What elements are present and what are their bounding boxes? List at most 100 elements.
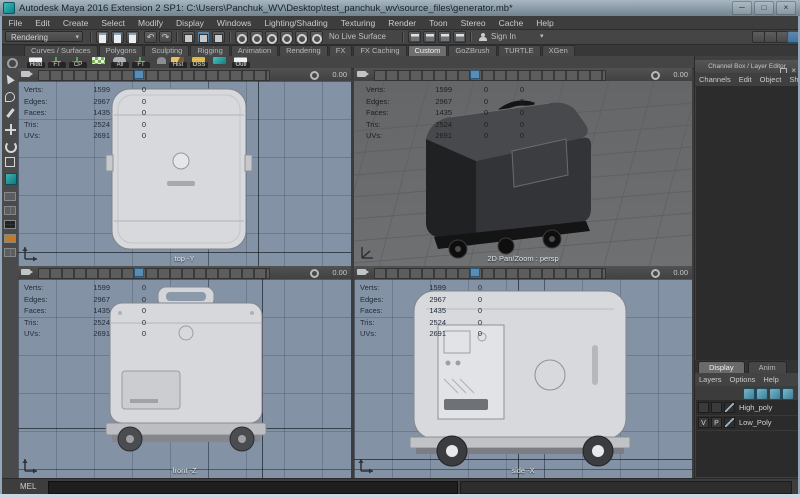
menu-item[interactable]: Create [56, 18, 95, 28]
viewport-canvas-front[interactable]: Verts: 1599 0 Edges: 2967 0 Faces: 1435 … [18, 279, 351, 478]
menu-item[interactable]: Render [382, 18, 423, 28]
render-view-icon[interactable] [408, 31, 421, 43]
gear-icon[interactable] [310, 71, 319, 80]
layer-editor-tab[interactable]: Anim [748, 361, 787, 373]
menu-item[interactable]: File [2, 18, 29, 28]
shelf-tab[interactable]: GoZBrush [448, 45, 496, 56]
ipr-render-icon[interactable] [438, 31, 451, 43]
layer-row[interactable]: High_poly [696, 400, 798, 416]
viewport-toolbar[interactable]: 0.00 [354, 68, 692, 82]
menu-item[interactable]: Edit [29, 18, 57, 28]
viewport-canvas-top[interactable]: Verts: 1599 0 Edges: 2967 0 Faces: 1435 … [18, 81, 351, 266]
shading-mode-icon[interactable] [134, 70, 144, 79]
paint-select-tool-icon[interactable] [6, 108, 15, 118]
gear-icon[interactable] [651, 71, 660, 80]
viewport-canvas-side[interactable]: Verts: 1599 0 Edges: 2967 0 Faces: 1435 … [354, 279, 692, 478]
layout-four-pane-button[interactable] [4, 220, 16, 229]
layer-color-swatch[interactable] [724, 417, 735, 428]
layout-persp-outliner-button[interactable] [4, 234, 16, 243]
panel-title[interactable]: Channel Box / Layer Editor × [695, 60, 799, 74]
shelf-button[interactable]: Hist [168, 56, 188, 68]
menu-set-selector[interactable]: Rendering ▾ [5, 31, 83, 42]
snap-projected-center-icon[interactable] [280, 31, 293, 43]
menu-item[interactable]: Stereo [454, 18, 492, 28]
close-button[interactable]: × [776, 1, 796, 15]
layout-hypershade-button[interactable] [4, 248, 16, 257]
sign-in-caret-icon[interactable]: ▾ [540, 32, 544, 40]
shelf-button[interactable] [210, 56, 230, 68]
shelf-tab[interactable]: XGen [542, 45, 575, 56]
shading-mode-icon[interactable] [470, 268, 480, 277]
shelf-button[interactable]: FT [47, 56, 67, 68]
new-scene-icon[interactable] [96, 31, 109, 43]
move-layer-up-icon[interactable] [743, 388, 755, 400]
menu-item[interactable]: Help [530, 18, 560, 28]
shelf-button[interactable]: Hidd [26, 56, 46, 68]
channel-box-menu-item[interactable]: Object [756, 73, 786, 86]
channel-box-empty-area[interactable] [696, 86, 798, 360]
layout-single-pane-button[interactable] [4, 192, 16, 201]
move-tool-icon[interactable] [5, 124, 16, 135]
shelf-tab[interactable]: Curves / Surfaces [24, 45, 98, 56]
select-tool-icon[interactable] [3, 73, 14, 85]
menu-item[interactable]: Lighting/Shading [258, 18, 334, 28]
layer-playback-toggle[interactable] [711, 402, 722, 413]
shelf-button[interactable]: CP [68, 56, 88, 68]
menu-item[interactable]: Select [95, 18, 132, 28]
layer-editor-menu-item[interactable]: Layers [695, 373, 726, 386]
menu-item[interactable]: Texturing [334, 18, 382, 28]
viewport-toolbar[interactable]: 0.00 [18, 266, 351, 280]
title-bar[interactable]: Autodesk Maya 2016 Extension 2 SP1: C:\U… [0, 0, 800, 16]
shelf-tab[interactable]: FX Caching [353, 45, 406, 56]
lasso-tool-icon[interactable] [5, 92, 15, 102]
command-line-input[interactable] [48, 481, 458, 494]
select-hierarchy-icon[interactable] [182, 31, 195, 43]
layer-editor-tab[interactable]: Display [698, 361, 745, 373]
new-layer-icon[interactable] [782, 388, 794, 400]
viewport-toolbar-icons[interactable] [38, 268, 270, 279]
snap-point-icon[interactable] [265, 31, 278, 43]
viewport-toolbar-icons[interactable] [374, 268, 606, 279]
layer-name[interactable]: Low_Poly [739, 417, 772, 428]
layer-name[interactable]: High_poly [739, 402, 772, 413]
redo-icon[interactable]: ↷ [159, 31, 172, 43]
menu-item[interactable]: Toon [423, 18, 454, 28]
shelf-tab[interactable]: TURTLE [498, 45, 541, 56]
move-layer-down-icon[interactable] [756, 388, 768, 400]
snap-curve-icon[interactable] [250, 31, 263, 43]
select-object-icon[interactable] [197, 31, 210, 43]
layer-editor-menu-item[interactable]: Help [759, 373, 782, 386]
gear-icon[interactable] [310, 269, 319, 278]
shelf-tab[interactable]: FX [329, 45, 353, 56]
make-live-icon[interactable] [310, 31, 323, 43]
viewport-toolbar-icons[interactable] [374, 70, 606, 81]
layer-visibility-toggle[interactable]: V [698, 417, 709, 428]
undo-icon[interactable]: ↶ [144, 31, 157, 43]
empty-layer-icon[interactable] [769, 388, 781, 400]
shelf-tab[interactable]: Custom [408, 45, 448, 56]
layout-two-pane-button[interactable] [4, 206, 16, 215]
shelf-button[interactable]: OSS [189, 56, 209, 68]
scale-tool-icon[interactable] [5, 157, 15, 167]
shelf-tab[interactable]: Sculpting [144, 45, 189, 56]
shelf-button[interactable]: Outl [231, 56, 251, 68]
layer-visibility-toggle[interactable] [698, 402, 709, 413]
layer-editor-menu-item[interactable]: Options [726, 373, 760, 386]
render-settings-icon[interactable] [453, 31, 466, 43]
live-surface-field[interactable]: No Live Surface [329, 32, 386, 41]
snap-grid-icon[interactable] [235, 31, 248, 43]
snap-view-plane-icon[interactable] [295, 31, 308, 43]
sign-in-button[interactable]: Sign In [491, 32, 516, 41]
shelf-tab[interactable]: Rendering [279, 45, 328, 56]
layer-playback-toggle[interactable]: P [711, 417, 722, 428]
viewport-toolbar[interactable]: 0.00 [354, 266, 692, 280]
menu-item[interactable]: Cache [492, 18, 530, 28]
shelf-button[interactable] [89, 56, 109, 68]
shelf-button[interactable]: All [110, 56, 130, 68]
layer-color-swatch[interactable] [724, 402, 735, 413]
minimize-button[interactable]: ─ [732, 1, 752, 15]
channel-box-menu-item[interactable]: Edit [735, 73, 756, 86]
menu-item[interactable]: Display [170, 18, 211, 28]
shelf-tab[interactable]: Polygons [99, 45, 144, 56]
select-component-icon[interactable] [212, 31, 225, 43]
